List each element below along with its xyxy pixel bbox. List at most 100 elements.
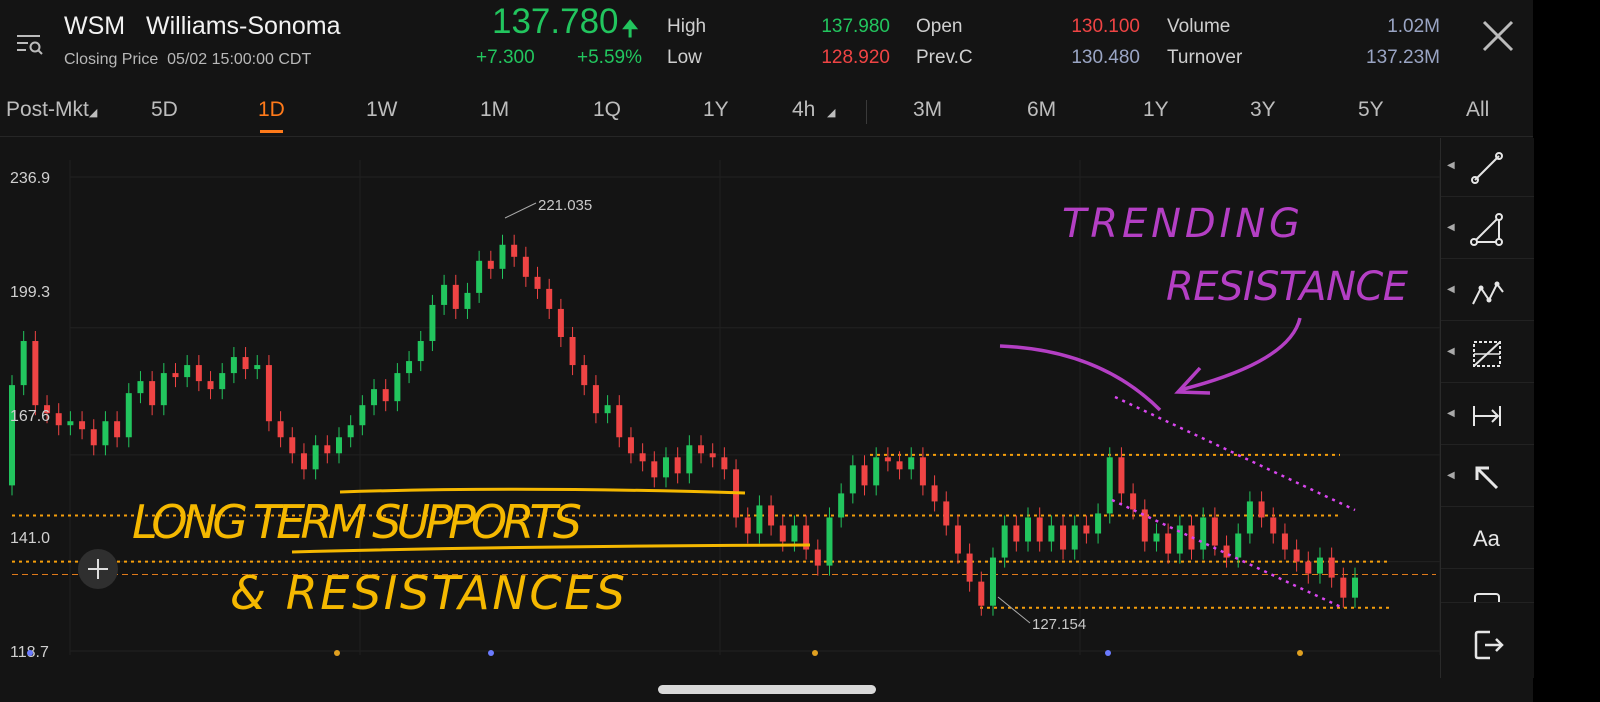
- y-tick-label: 141.0: [10, 530, 50, 547]
- candle-body: [67, 421, 74, 426]
- candle-body: [698, 445, 705, 454]
- candle-body: [499, 244, 506, 269]
- expand-triangle-icon: ◀: [1447, 284, 1455, 295]
- candle-body: [114, 421, 121, 438]
- candle-body: [721, 457, 728, 470]
- tab-1q[interactable]: 1Q: [593, 98, 621, 122]
- tab-1y[interactable]: 1Y: [703, 98, 729, 122]
- tab-3m[interactable]: 3M: [913, 98, 942, 122]
- candle-body: [1083, 525, 1090, 534]
- candle-body: [90, 429, 97, 446]
- tab-3y[interactable]: 3Y: [1250, 98, 1276, 122]
- tab-post-mkt[interactable]: Post-Mkt◢: [6, 98, 97, 122]
- tab-1w[interactable]: 1W: [366, 98, 398, 122]
- y-axis-labels: 236.9 199.3 167.6 141.0 118.7: [10, 170, 50, 661]
- candle-body: [1153, 533, 1160, 542]
- candle-body: [347, 425, 354, 438]
- tab-4h[interactable]: 4h ◢: [792, 98, 836, 122]
- candle-body: [441, 284, 448, 305]
- tab-6m[interactable]: 6M: [1027, 98, 1056, 122]
- candle-body: [1001, 525, 1008, 558]
- tool-pattern[interactable]: ◀: [1441, 262, 1534, 321]
- candle-body: [651, 461, 658, 478]
- dropdown-triangle-icon: ◢: [827, 107, 836, 119]
- turnover-value: 137.23M: [1366, 47, 1440, 68]
- tab-1m[interactable]: 1M: [480, 98, 509, 122]
- candle-body: [289, 437, 296, 454]
- candle-body: [546, 288, 553, 309]
- candle-body: [686, 445, 693, 474]
- candle-body: [32, 341, 39, 406]
- min-marker: 127.154: [997, 596, 1086, 633]
- candle-body: [989, 557, 996, 606]
- candle-body: [838, 493, 845, 518]
- expand-triangle-icon: ◀: [1447, 222, 1455, 233]
- crosshair-plus-button[interactable]: [78, 549, 118, 589]
- volume-label: Volume: [1167, 16, 1231, 37]
- prevc-value: 130.480: [1071, 47, 1140, 68]
- candle-body: [1013, 525, 1020, 542]
- candle-body: [312, 445, 319, 470]
- candle-body: [674, 457, 681, 474]
- candle-body: [219, 373, 226, 390]
- candle-body: [1165, 533, 1172, 554]
- menu-search-icon[interactable]: [14, 28, 44, 58]
- tool-fib[interactable]: ◀: [1441, 324, 1534, 383]
- candle-body: [149, 381, 156, 406]
- high-value: 137.980: [821, 16, 890, 37]
- candle-body: [1025, 517, 1032, 542]
- candle-body: [954, 525, 961, 554]
- candle-body: [908, 457, 915, 470]
- candle-body: [125, 393, 132, 438]
- candle-body: [1305, 561, 1312, 574]
- candle-body: [709, 453, 716, 458]
- turnover-label: Turnover: [1167, 47, 1243, 68]
- candle-body: [534, 276, 541, 289]
- candle-body: [768, 505, 775, 526]
- candle-body: [371, 389, 378, 406]
- candle-body: [1071, 525, 1078, 550]
- open-value: 130.100: [1071, 16, 1140, 37]
- candle-body: [744, 517, 751, 534]
- candle-body: [581, 365, 588, 386]
- rect-tool-icon: [1474, 593, 1500, 602]
- candle-body: [1048, 525, 1055, 542]
- candle-body: [814, 549, 821, 566]
- expand-triangle-icon: ◀: [1447, 470, 1455, 481]
- candle-body: [604, 405, 611, 414]
- close-icon[interactable]: [1480, 18, 1516, 54]
- tab-all[interactable]: All: [1466, 98, 1489, 122]
- candlestick-chart[interactable]: 236.9 199.3 167.6 141.0 118.7 221.035 12…: [0, 140, 1440, 675]
- tab-1d[interactable]: 1D: [258, 98, 285, 133]
- tab-1y-long[interactable]: 1Y: [1143, 98, 1169, 122]
- exit-fullscreen-icon[interactable]: [1472, 628, 1506, 662]
- low-label: Low: [667, 47, 702, 68]
- candle-body: [978, 581, 985, 606]
- tool-rect[interactable]: [1441, 572, 1534, 603]
- tab-5y[interactable]: 5Y: [1358, 98, 1384, 122]
- candle-body: [102, 421, 109, 446]
- candle-body: [826, 517, 833, 566]
- candle-body: [791, 525, 798, 542]
- tool-arrow[interactable]: ◀: [1441, 448, 1534, 507]
- candle-body: [429, 304, 436, 342]
- quote-header: WSM Williams-Sonoma Closing Price 05/02 …: [0, 0, 1533, 84]
- expand-triangle-icon: ◀: [1447, 346, 1455, 357]
- ticker-symbol: WSM: [64, 12, 126, 40]
- tool-line[interactable]: ◀: [1441, 138, 1534, 197]
- candle-body: [417, 341, 424, 362]
- candle-body: [1095, 513, 1102, 534]
- expand-triangle-icon: ◀: [1447, 160, 1455, 171]
- tool-triangle[interactable]: ◀: [1441, 200, 1534, 259]
- tab-5d[interactable]: 5D: [151, 98, 178, 122]
- candle-body: [242, 357, 249, 370]
- candle-body: [569, 337, 576, 366]
- max-marker: 221.035: [504, 197, 592, 219]
- company-name: Williams-Sonoma: [146, 12, 341, 40]
- candle-body: [137, 381, 144, 394]
- annotation-long-term: LONG TERM SUPPORTS: [132, 495, 582, 549]
- candle-body: [300, 453, 307, 470]
- tool-measure[interactable]: ◀: [1441, 386, 1534, 445]
- home-indicator[interactable]: [658, 685, 876, 694]
- tool-text[interactable]: Aa: [1441, 510, 1534, 569]
